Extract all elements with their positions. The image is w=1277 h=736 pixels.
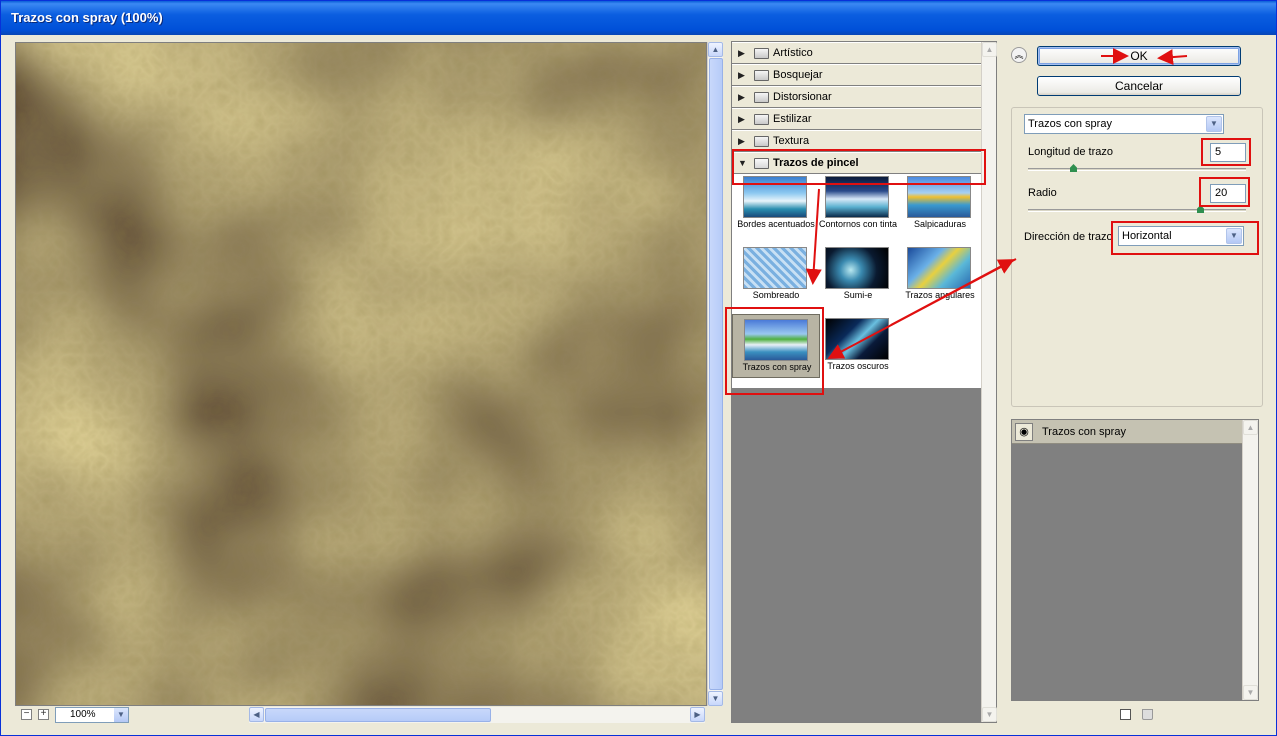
scroll-down-button[interactable]: ▼ [1243,685,1258,700]
category-label: Estilizar [773,113,812,125]
filter-caption: Trazos angulares [905,290,975,300]
filter-caption: Trazos oscuros [827,361,889,371]
radio-label: Radio [1028,187,1057,199]
annotation-box-radio [1199,177,1250,207]
category-label: Textura [773,135,810,147]
annotation-box-longitud [1201,138,1251,166]
filter-thumb-sumi-e[interactable]: Sumi-e [814,243,902,307]
preview-canvas[interactable] [15,42,707,706]
filter-thumb-trazos-oscuros[interactable]: Trazos oscuros [814,314,902,378]
annotation-box-filter [725,307,824,395]
annotation-box-category [732,149,986,185]
new-effect-layer-icon[interactable] [1120,709,1131,720]
filter-caption: Bordes acentuados [737,219,815,229]
category-bosquejar[interactable]: ▶ Bosquejar [732,64,982,86]
filter-gallery-window: Trazos con spray (100%) ▲ ▼ − + 100% ▼ ◀… [0,0,1277,736]
texture-preview-image [16,43,706,705]
ok-button[interactable]: OK [1037,46,1241,66]
ok-button-label: OK [1130,49,1148,63]
annotation-box-direccion [1111,221,1259,255]
filter-preview-image [825,318,889,360]
scroll-down-button[interactable]: ▼ [708,691,723,706]
category-label: Bosquejar [773,69,823,81]
preview-vertical-scrollbar[interactable]: ▲ ▼ [707,42,723,706]
effect-layer-label: Trazos con spray [1042,426,1126,438]
window-title: Trazos con spray (100%) [11,10,163,25]
filter-preview-image [907,247,971,289]
triangle-right-icon[interactable]: ▶ [738,43,745,63]
zoom-in-icon[interactable]: + [38,709,49,720]
scroll-left-button[interactable]: ◀ [249,707,264,722]
layers-scrollbar[interactable]: ▲ ▼ [1242,420,1258,700]
category-label: Distorsionar [773,91,832,103]
cancel-button-label: Cancelar [1114,79,1164,93]
filter-preview-image [825,247,889,289]
category-artistico[interactable]: ▶ Artístico [732,42,982,64]
zoom-value: 100% [70,709,96,720]
zoom-select[interactable]: 100% ▼ [55,707,129,723]
eye-icon[interactable]: ◉ [1015,423,1033,441]
triangle-right-icon[interactable]: ▶ [738,65,745,85]
effect-layers-panel: ◉ Trazos con spray ▲ ▼ [1011,419,1259,701]
folder-icon [754,70,769,81]
triangle-right-icon[interactable]: ▶ [738,131,745,151]
filter-thumb-trazos-angulares[interactable]: Trazos angulares [896,243,984,307]
effect-layer-row[interactable]: ◉ Trazos con spray [1012,420,1243,444]
filter-caption: Salpicaduras [913,219,967,229]
filter-preview-image [743,247,807,289]
filter-select[interactable]: Trazos con spray ▼ [1024,114,1224,134]
zoom-out-icon[interactable]: − [21,709,32,720]
scroll-down-button[interactable]: ▼ [982,707,997,722]
vertical-scroll-thumb[interactable] [709,58,723,690]
collapse-icon[interactable]: ︽ [1011,47,1027,63]
window-title-bar: Trazos con spray (100%) [1,1,1276,35]
folder-icon [754,114,769,125]
scroll-up-button[interactable]: ▲ [1243,420,1258,435]
category-label: Artístico [773,47,813,59]
filter-caption: Sumi-e [843,290,873,300]
category-distorsionar[interactable]: ▶ Distorsionar [732,86,982,108]
gallery-empty-area [732,388,982,722]
filter-caption: Sombreado [752,290,800,300]
filter-thumb-sombreado[interactable]: Sombreado [732,243,820,307]
filter-caption: Contornos con tinta [818,219,898,229]
filter-select-value: Trazos con spray [1028,118,1112,130]
horizontal-scroll-thumb[interactable] [265,708,491,722]
folder-icon [754,92,769,103]
longitud-label: Longitud de trazo [1028,146,1114,158]
scroll-up-button[interactable]: ▲ [708,42,723,57]
folder-icon [754,48,769,59]
triangle-right-icon[interactable]: ▶ [738,87,745,107]
triangle-right-icon[interactable]: ▶ [738,109,745,129]
longitud-slider[interactable] [1028,164,1246,172]
chevron-down-icon[interactable]: ▼ [114,708,128,722]
folder-icon [754,136,769,147]
trash-icon[interactable] [1142,709,1153,720]
category-estilizar[interactable]: ▶ Estilizar [732,108,982,130]
gallery-scrollbar[interactable]: ▲ ▼ [981,42,997,722]
cancel-button[interactable]: Cancelar [1037,76,1241,96]
preview-horizontal-scrollbar[interactable]: ◀ ▶ [249,707,705,723]
chevron-down-icon[interactable]: ▼ [1206,116,1222,132]
scroll-up-button[interactable]: ▲ [982,42,997,57]
longitud-slider-knob[interactable] [1070,164,1077,172]
scroll-right-button[interactable]: ▶ [690,707,705,722]
direccion-label: Dirección de trazo [1024,231,1113,243]
preview-footer: − + 100% ▼ ◀ ▶ [15,706,723,724]
radio-slider[interactable] [1028,205,1246,213]
